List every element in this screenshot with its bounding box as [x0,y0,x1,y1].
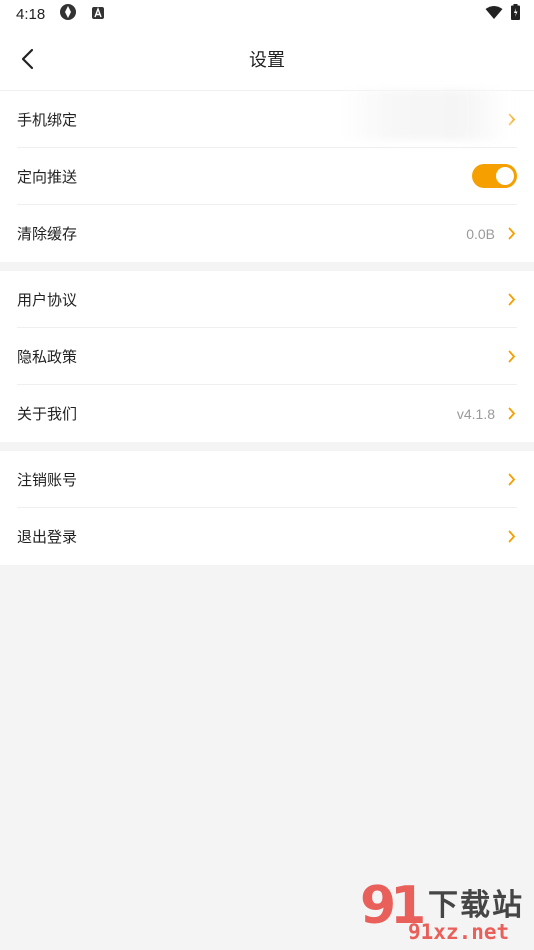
chevron-right-icon [507,349,517,363]
back-arrow-icon [21,48,34,70]
settings-screen: 4:18 设置 手机绑定 定向推送 清除缓存 0.0B 用户协议 隐私政策 关于… [0,0,534,950]
chevron-right-icon [507,530,517,544]
row-about-us[interactable]: 关于我们 v4.1.8 [17,385,517,442]
battery-icon [511,4,520,24]
row-targeted-push: 定向推送 [17,148,517,205]
status-bar: 4:18 [0,0,534,28]
back-button[interactable] [14,44,40,74]
row-label: 隐私政策 [17,347,78,366]
row-label: 用户协议 [17,290,78,309]
row-privacy-policy[interactable]: 隐私政策 [17,328,517,385]
row-label: 退出登录 [17,528,78,546]
row-logout[interactable]: 退出登录 [17,508,517,565]
chevron-right-icon [507,407,517,421]
wifi-icon [485,5,503,24]
watermark-url: 91xz.net [408,920,510,944]
blurred-phone-number [340,90,512,140]
a-notification-icon [91,5,105,24]
row-label: 注销账号 [17,470,78,489]
watermark-brand: 下载站 [428,888,524,923]
version-value: v4.1.8 [456,405,495,422]
row-label: 关于我们 [17,405,78,423]
row-clear-cache[interactable]: 清除缓存 0.0B [17,205,517,262]
row-label: 清除缓存 [17,225,78,243]
chevron-right-icon [507,472,517,486]
title-bar: 设置 [0,28,534,91]
settings-group-session: 注销账号 退出登录 [0,451,534,565]
watermark-logo: 91 下载站 91xz.net [360,876,530,948]
row-label: 定向推送 [17,167,78,186]
settings-group-info: 用户协议 隐私政策 关于我们 v4.1.8 [0,271,534,442]
chevron-right-icon [507,292,517,306]
row-delete-account[interactable]: 注销账号 [17,451,517,508]
row-user-agreement[interactable]: 用户协议 [17,271,517,328]
row-label: 手机绑定 [17,110,78,129]
toggle-knob [496,167,514,185]
app-notification-icon [59,3,77,25]
chevron-right-icon [507,227,517,241]
status-time: 4:18 [16,5,46,23]
page-title: 设置 [249,50,285,71]
cache-size-value: 0.0B [466,225,495,242]
targeted-push-toggle[interactable] [472,164,517,188]
